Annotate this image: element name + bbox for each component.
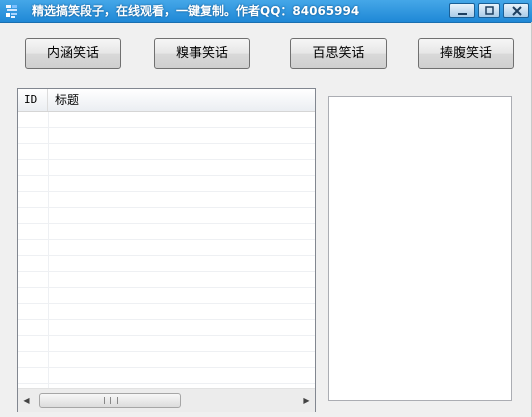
scrollbar-thumb[interactable] <box>39 393 181 408</box>
column-header-id[interactable]: ID <box>18 89 48 111</box>
maximize-button[interactable] <box>478 3 500 18</box>
pengfu-jokes-button[interactable]: 捧腹笑话 <box>418 38 514 69</box>
neihan-jokes-button[interactable]: 内涵笑话 <box>25 38 121 69</box>
list-header: ID 标题 <box>18 89 315 112</box>
jokes-list[interactable]: ID 标题 ◀ ▶ <box>17 88 316 412</box>
baisi-jokes-button[interactable]: 百思笑话 <box>290 38 387 69</box>
app-icon <box>6 5 17 18</box>
close-button[interactable] <box>503 3 529 18</box>
minimize-button[interactable] <box>449 3 475 18</box>
scroll-right-arrow-icon[interactable]: ▶ <box>298 389 315 412</box>
column-header-title[interactable]: 标题 <box>49 89 315 111</box>
maximize-icon <box>485 6 494 15</box>
scroll-left-arrow-icon[interactable]: ◀ <box>18 389 35 412</box>
list-body[interactable] <box>18 112 315 388</box>
minimize-icon <box>458 13 467 15</box>
joke-content-panel[interactable] <box>328 96 512 401</box>
qiushi-jokes-button[interactable]: 糗事笑话 <box>154 38 250 69</box>
close-icon <box>512 6 522 16</box>
horizontal-scrollbar[interactable]: ◀ ▶ <box>18 388 315 412</box>
window-title: 精选搞笑段子，在线观看，一键复制。作者QQ：84065994 <box>32 4 360 18</box>
grip-icon <box>104 397 118 404</box>
title-bar[interactable]: 精选搞笑段子，在线观看，一键复制。作者QQ：84065994 <box>0 0 532 23</box>
